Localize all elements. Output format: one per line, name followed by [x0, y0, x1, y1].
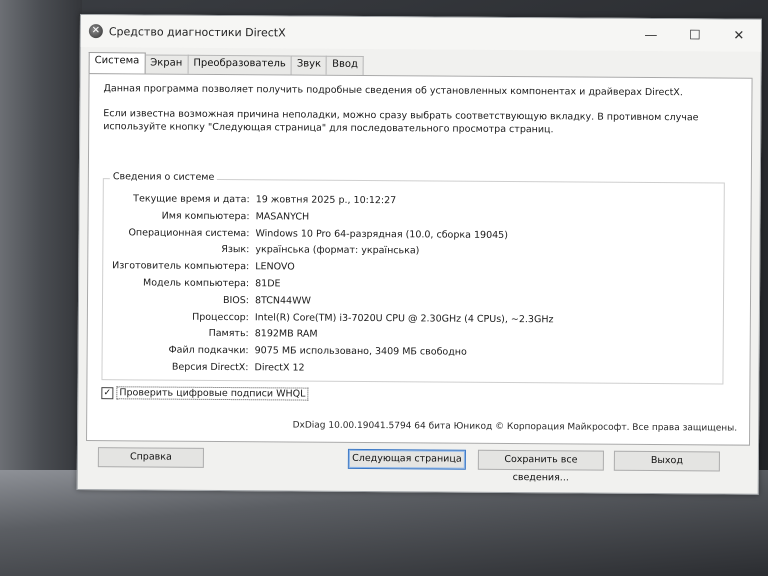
tab-system[interactable]: Система [88, 52, 146, 75]
directx-app-icon: ✕ [88, 24, 103, 39]
dxdiag-window: ✕ Средство диагностики DirectX — ☐ ✕ Сис… [76, 14, 762, 495]
intro-paragraph-2: Если известна возможная причина неполадк… [103, 108, 699, 136]
system-info-label: Язык: [221, 244, 250, 256]
system-info-label: Имя компьютера: [161, 210, 250, 222]
system-info-row: Версия DirectX: DirectX 12 [102, 359, 722, 380]
system-info-value: MASANYCH [255, 211, 310, 223]
whql-checkbox-row[interactable]: ✓ Проверить цифровые подписи WHQL [101, 386, 309, 401]
whql-label[interactable]: Проверить цифровые подписи WHQL [116, 386, 309, 401]
system-info-value: 81DE [255, 278, 281, 290]
intro-text: Данная программа позволяет получить подр… [89, 74, 751, 138]
window-controls: — ☐ ✕ [629, 19, 761, 52]
system-info-label: Текущие время и дата: [133, 193, 250, 206]
title-bar[interactable]: ✕ Средство диагностики DirectX — ☐ ✕ [80, 15, 761, 52]
button-bar: Справка Следующая страница Сохранить все… [86, 447, 750, 483]
system-info-label: Файл подкачки: [168, 344, 249, 357]
next-page-button[interactable]: Следующая страница [347, 448, 466, 470]
system-info-label: Изготовитель компьютера: [112, 260, 250, 273]
system-info-value: 9075 МБ использовано, 3409 МБ свободно [254, 345, 467, 358]
system-info-label: Версия DirectX: [171, 361, 249, 374]
system-info-label: Операционная система: [128, 226, 250, 239]
tab-display[interactable]: Экран [144, 54, 189, 74]
intro-paragraph-1: Данная программа позволяет получить подр… [103, 83, 683, 99]
dxdiag-version-line: DxDiag 10.00.19041.5794 64 бита Юникод ©… [292, 420, 738, 434]
system-info-label: Память: [208, 328, 249, 340]
system-info-rows: Текущие время и дата: 19 жовтня 2025 р., … [102, 179, 723, 380]
system-info-value: 19 жовтня 2025 р., 10:12:27 [255, 194, 397, 207]
tab-input[interactable]: Ввод [326, 55, 364, 75]
exit-button[interactable]: Выход [613, 450, 720, 472]
save-all-info-button[interactable]: Сохранить все сведения... [477, 449, 604, 483]
tab-sound[interactable]: Звук [290, 55, 328, 75]
system-info-group-title: Сведения о системе [109, 171, 218, 183]
close-button[interactable]: ✕ [717, 19, 761, 51]
help-button[interactable]: Справка [97, 447, 204, 468]
tab-render[interactable]: Преобразователь [187, 54, 292, 75]
system-info-value: Windows 10 Pro 64-разрядная (10.0, сборк… [255, 227, 508, 241]
whql-checkbox[interactable]: ✓ [101, 386, 114, 399]
system-info-label: Модель компьютера: [143, 277, 250, 290]
system-info-group: Сведения о системе Текущие время и дата:… [101, 171, 725, 385]
system-info-value: Intel(R) Core(TM) i3-7020U CPU @ 2.30GHz… [254, 311, 554, 325]
system-info-value: українська (формат: українська) [255, 244, 420, 257]
system-tab-panel: Данная программа позволяет получить подр… [86, 73, 753, 446]
maximize-button[interactable]: ☐ [673, 19, 717, 51]
system-info-value: 8192MB RAM [254, 328, 318, 341]
minimize-button[interactable]: — [629, 19, 673, 51]
system-info-value: DirectX 12 [254, 362, 305, 374]
system-info-label: Процессор: [192, 311, 249, 323]
system-info-value: LENOVO [255, 261, 295, 273]
system-info-label: BIOS: [222, 294, 250, 306]
system-info-value: 8TCN44WW [254, 295, 311, 307]
window-title: Средство диагностики DirectX [108, 24, 286, 39]
